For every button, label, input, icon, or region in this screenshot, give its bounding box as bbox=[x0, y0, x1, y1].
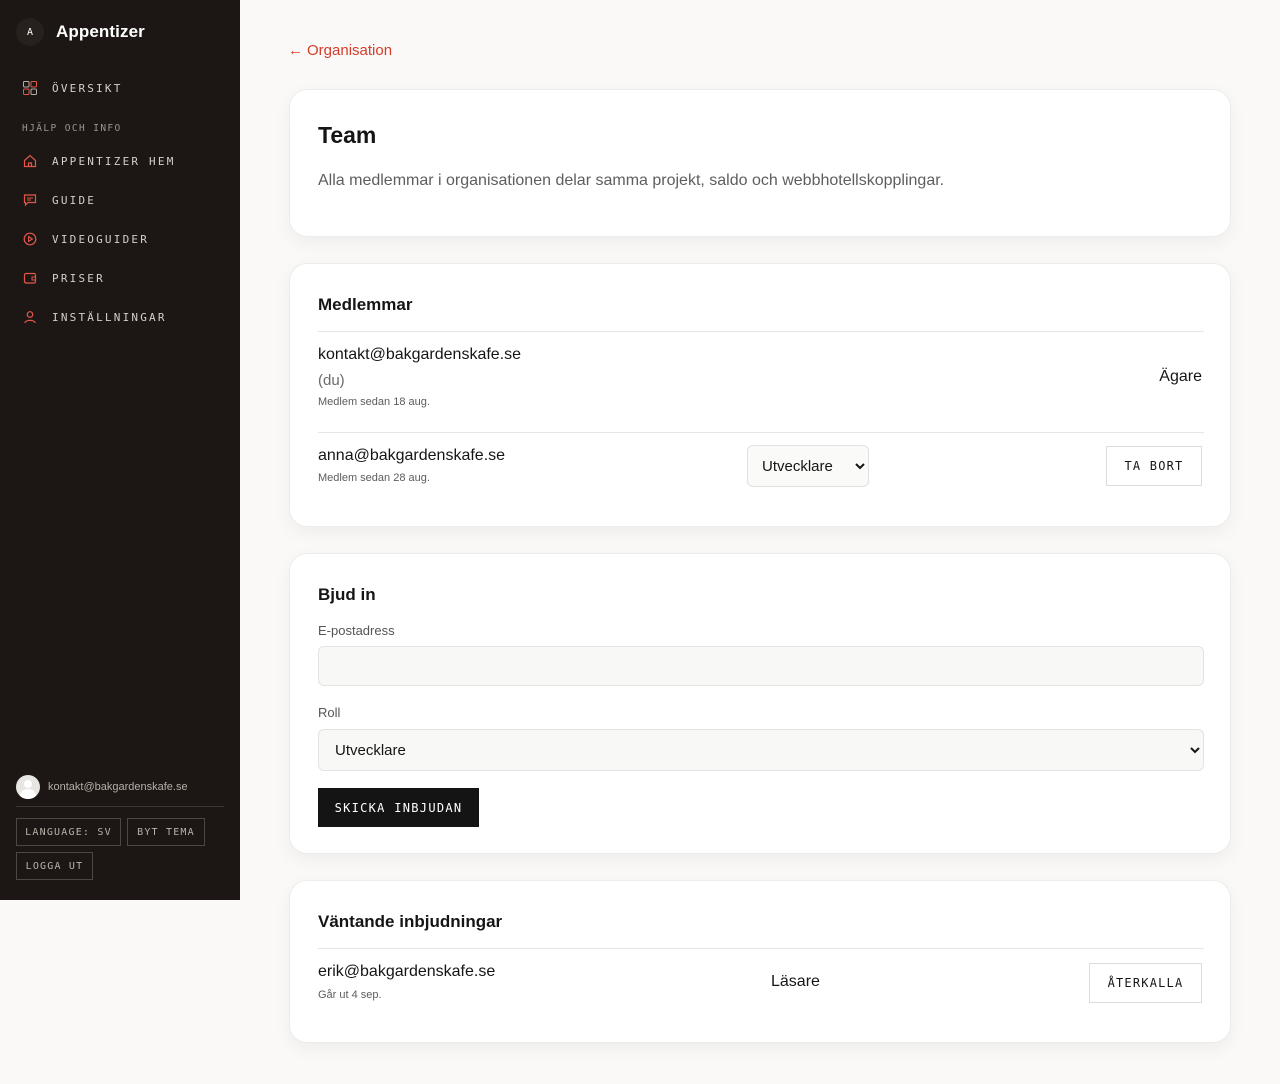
remove-member-button[interactable]: TA BORT bbox=[1106, 446, 1202, 486]
sidebar-item-guide[interactable]: GUIDE bbox=[22, 192, 96, 208]
invite-card: Bjud in E-postadress Roll Utvecklare SKI… bbox=[289, 553, 1231, 854]
nav-section-help: HJÄLP OCH INFO bbox=[22, 123, 122, 134]
sidebar-item-prices[interactable]: PRISER bbox=[22, 270, 105, 286]
member-role: Ägare bbox=[1159, 368, 1202, 385]
email-field[interactable] bbox=[318, 646, 1204, 686]
send-invite-button[interactable]: SKICKA INBJUDAN bbox=[318, 788, 479, 827]
invite-title: Bjud in bbox=[318, 585, 376, 604]
team-description: Alla medlemmar i organisationen delar sa… bbox=[318, 172, 945, 189]
divider bbox=[318, 432, 1204, 433]
wallet-icon bbox=[22, 270, 38, 286]
team-card: Team Alla medlemmar i organisationen del… bbox=[289, 89, 1231, 237]
sidebar-item-appentizer-home[interactable]: APPENTIZER HEM bbox=[22, 153, 176, 169]
sidebar-item-overview[interactable]: ÖVERSIKT bbox=[22, 80, 123, 96]
divider bbox=[318, 948, 1204, 949]
sidebar-item-label: PRISER bbox=[52, 271, 105, 285]
sidebar-item-label: GUIDE bbox=[52, 193, 97, 207]
page-title: Team bbox=[318, 122, 377, 148]
pending-expires: Går ut 4 sep. bbox=[318, 989, 382, 1001]
brand[interactable]: A Appentizer bbox=[16, 18, 145, 46]
user-icon bbox=[22, 309, 38, 325]
email-field-label: E-postadress bbox=[318, 623, 395, 638]
logo-icon: A bbox=[16, 18, 44, 46]
member-since: Medlem sedan 28 aug. bbox=[318, 472, 430, 484]
back-link-label: Organisation bbox=[307, 42, 393, 59]
sidebar: A Appentizer ÖVERSIKT HJÄLP OCH INFO APP… bbox=[0, 0, 240, 900]
logout-button[interactable]: LOGGA UT bbox=[16, 852, 93, 880]
member-since: Medlem sedan 18 aug. bbox=[318, 396, 430, 408]
member-email: anna@bakgardenskafe.se bbox=[318, 447, 506, 464]
current-user: kontakt@bakgardenskafe.se bbox=[16, 775, 188, 799]
divider bbox=[318, 331, 1204, 332]
sidebar-item-settings[interactable]: INSTÄLLNINGAR bbox=[22, 309, 167, 325]
home-icon bbox=[22, 153, 38, 169]
language-button[interactable]: LANGUAGE: SV bbox=[16, 818, 121, 846]
sidebar-item-label: INSTÄLLNINGAR bbox=[52, 310, 167, 324]
theme-toggle-button[interactable]: BYT TEMA bbox=[127, 818, 205, 846]
arrow-left-icon: ← bbox=[288, 42, 303, 59]
pending-invites-card: Väntande inbjudningar erik@bakgardenskaf… bbox=[289, 880, 1231, 1043]
grid-icon bbox=[22, 80, 38, 96]
brand-name: Appentizer bbox=[56, 22, 145, 41]
divider bbox=[16, 806, 224, 807]
sidebar-item-videoguides[interactable]: VIDEOGUIDER bbox=[22, 231, 149, 247]
revoke-invite-button[interactable]: ÅTERKALLA bbox=[1089, 963, 1202, 1003]
avatar bbox=[16, 775, 40, 799]
back-link[interactable]: ← Organisation bbox=[288, 42, 392, 59]
pending-title: Väntande inbjudningar bbox=[318, 912, 503, 931]
members-card: Medlemmar kontakt@bakgardenskafe.se (du)… bbox=[289, 263, 1231, 527]
role-field-label: Roll bbox=[318, 705, 341, 720]
role-select[interactable]: Utvecklare bbox=[318, 729, 1204, 771]
member-email: kontakt@bakgardenskafe.se bbox=[318, 346, 522, 363]
chat-icon bbox=[22, 192, 38, 208]
pending-email: erik@bakgardenskafe.se bbox=[318, 963, 496, 980]
play-icon bbox=[22, 231, 38, 247]
sidebar-item-label: APPENTIZER HEM bbox=[52, 154, 176, 168]
sidebar-item-label: ÖVERSIKT bbox=[52, 81, 123, 95]
members-title: Medlemmar bbox=[318, 295, 413, 314]
sidebar-item-label: VIDEOGUIDER bbox=[52, 232, 150, 246]
user-email: kontakt@bakgardenskafe.se bbox=[48, 781, 188, 793]
member-you-tag: (du) bbox=[318, 372, 345, 389]
member-role-select[interactable]: Utvecklare bbox=[747, 445, 869, 487]
pending-role: Läsare bbox=[771, 973, 820, 990]
